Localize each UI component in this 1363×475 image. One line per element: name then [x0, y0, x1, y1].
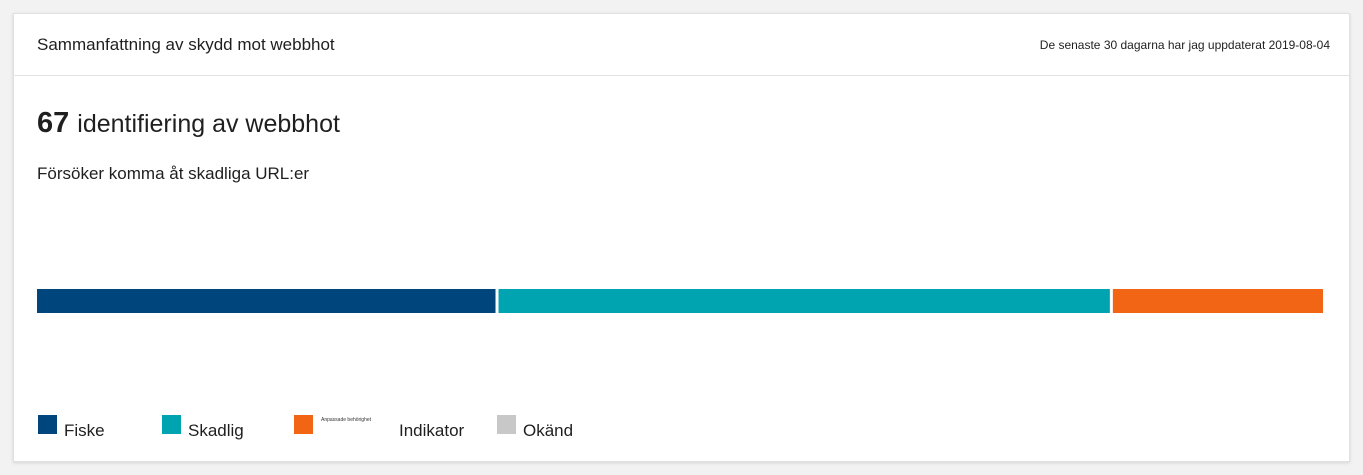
card-title: Sammanfattning av skydd mot webbhot	[37, 35, 335, 54]
legend-label-skadlig: Skadlig	[188, 421, 244, 440]
bar-segment-fiske[interactable]	[37, 289, 496, 313]
detection-count-label: identifiering av webbhot	[77, 110, 340, 138]
legend-prefix-indikator: Anpassade behörighet	[321, 417, 372, 423]
legend-label-fiske: Fiske	[64, 421, 105, 440]
legend-label-okand: Okänd	[523, 421, 574, 440]
bar-segment-skadlig[interactable]	[498, 289, 1110, 313]
stacked-bar-svg	[37, 289, 1323, 313]
legend-swatch-fiske	[38, 415, 57, 434]
last-updated-text: De senaste 30 dagarna har jag uppdaterat…	[1039, 38, 1330, 52]
legend-swatch-skadlig	[162, 415, 181, 434]
stacked-bar-chart	[37, 289, 1323, 313]
bar-segment-indikator[interactable]	[1112, 289, 1323, 313]
detection-count: 67	[37, 107, 70, 139]
card-subtitle: Försöker komma åt skadliga URL:er	[37, 164, 310, 183]
card-header: Sammanfattning av skydd mot webbhot De s…	[14, 14, 1349, 76]
legend-label-indikator: Indikator	[399, 421, 465, 440]
detection-headline: 67 identifiering av webbhot	[37, 107, 340, 140]
legend-swatch-okand	[497, 415, 516, 434]
legend-swatch-indikator	[294, 415, 313, 434]
web-threat-summary-card: Sammanfattning av skydd mot webbhot De s…	[13, 13, 1350, 462]
